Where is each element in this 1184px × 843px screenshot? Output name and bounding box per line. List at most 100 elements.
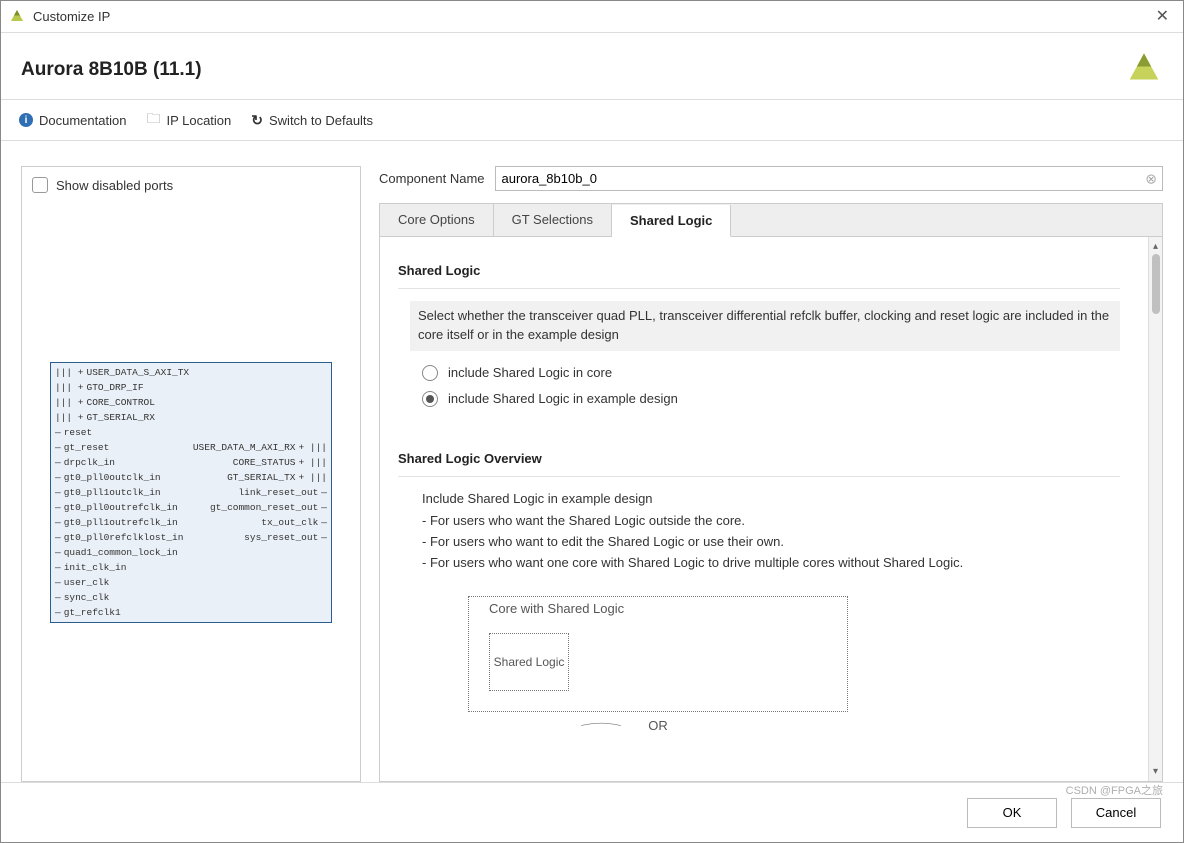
port-row: — reset [51, 425, 331, 440]
info-icon: i [19, 113, 33, 127]
shared-logic-diagram: Core with Shared Logic Shared Logic OR [468, 596, 848, 733]
documentation-label: Documentation [39, 113, 126, 128]
ok-button[interactable]: OK [967, 798, 1057, 828]
port-right: gt_common_reset_out — [210, 500, 327, 515]
port-row: — gt_refclk1 [51, 605, 331, 620]
tab-gt_selections[interactable]: GT Selections [494, 204, 612, 236]
port-left: — gt_reset [55, 440, 109, 455]
port-left: — user_clk [55, 575, 109, 590]
port-row: — user_clk [51, 575, 331, 590]
preview-panel: Show disabled ports ||| + USER_DATA_S_AX… [21, 166, 361, 782]
footer: OK Cancel [1, 782, 1183, 842]
port-right: USER_DATA_M_AXI_RX + ||| [193, 440, 327, 455]
radio-icon[interactable] [422, 391, 438, 407]
radio-icon[interactable] [422, 365, 438, 381]
port-row: ||| + GT_SERIAL_RX [51, 410, 331, 425]
switch-defaults-label: Switch to Defaults [269, 113, 373, 128]
clear-input-icon[interactable]: ⊗ [1145, 170, 1157, 187]
port-right: CORE_STATUS + ||| [233, 455, 327, 470]
overview-bullet: - For users who want the Shared Logic ou… [422, 511, 1120, 532]
ip-location-link[interactable]: 🗀 IP Location [146, 108, 231, 132]
port-right: link_reset_out — [238, 485, 327, 500]
port-left: — sync_clk [55, 590, 109, 605]
watermark: CSDN @FPGA之旅 [1066, 782, 1163, 798]
port-row: — sync_clk [51, 590, 331, 605]
folder-icon: 🗀 [146, 108, 160, 132]
port-left: — quad1_common_lock_in [55, 545, 178, 560]
header: Aurora 8B10B (11.1) [1, 33, 1183, 99]
ip-title: Aurora 8B10B (11.1) [21, 59, 202, 81]
port-left: ||| + USER_DATA_S_AXI_TX [55, 365, 189, 380]
port-row: — gt0_pll1outrefclk_in tx_out_clk — [51, 515, 331, 530]
documentation-link[interactable]: i Documentation [19, 113, 126, 128]
port-row: — drpclk_in CORE_STATUS + ||| [51, 455, 331, 470]
port-left: — gt0_pll0refclklost_in [55, 530, 183, 545]
port-left: — reset [55, 425, 92, 440]
swash-left-icon [566, 722, 636, 728]
show-disabled-ports-checkbox[interactable] [32, 177, 48, 193]
port-row: ||| + GTO_DRP_IF [51, 380, 331, 395]
tab-content-shared-logic: Shared Logic Select whether the transcei… [380, 237, 1148, 781]
port-left: — drpclk_in [55, 455, 115, 470]
close-button[interactable]: ✕ [1150, 1, 1175, 33]
diagram-outer-label: Core with Shared Logic [489, 601, 624, 616]
port-right: tx_out_clk — [261, 515, 327, 530]
scrollbar[interactable]: ▴ ▾ [1148, 237, 1162, 781]
port-left: — init_clk_in [55, 560, 126, 575]
overview-bullet: - For users who want one core with Share… [422, 553, 1120, 574]
port-left: ||| + GT_SERIAL_RX [55, 410, 155, 425]
port-left: — gt0_pll1outclk_in [55, 485, 161, 500]
diagram-inner-box: Shared Logic [489, 633, 569, 691]
component-name-label: Component Name [379, 171, 485, 186]
overview-lead: Include Shared Logic in example design [422, 489, 1120, 510]
tab-core_options[interactable]: Core Options [380, 204, 494, 236]
radio-option-0[interactable]: include Shared Logic in core [422, 365, 1120, 381]
port-row: — init_clk_in [51, 560, 331, 575]
overview-bullet: - For users who want to edit the Shared … [422, 532, 1120, 553]
radio-label: include Shared Logic in example design [448, 391, 678, 406]
port-row: — gt0_pll0outrefclk_in gt_common_reset_ou… [51, 500, 331, 515]
switch-defaults-link[interactable]: ↻ Switch to Defaults [251, 112, 373, 129]
radio-label: include Shared Logic in core [448, 365, 612, 380]
tab-shared_logic[interactable]: Shared Logic [612, 205, 731, 237]
window-title: Customize IP [33, 1, 110, 33]
port-row: — gt0_pll0refclklost_in sys_reset_out — [51, 530, 331, 545]
port-left: ||| + CORE_CONTROL [55, 395, 155, 410]
config-panel: Component Name ⊗ Core OptionsGT Selectio… [379, 166, 1163, 782]
scroll-thumb[interactable] [1152, 254, 1160, 314]
shared-logic-overview-heading: Shared Logic Overview [398, 451, 1120, 466]
toolbar: i Documentation 🗀 IP Location ↻ Switch t… [1, 99, 1183, 141]
port-row: — gt_reset USER_DATA_M_AXI_RX + ||| [51, 440, 331, 455]
shared-logic-radio-group: include Shared Logic in core include Shar… [398, 365, 1120, 407]
titlebar: Customize IP ✕ [1, 1, 1183, 33]
port-right: GT_SERIAL_TX + ||| [227, 470, 327, 485]
reset-icon: ↻ [251, 112, 263, 129]
port-row: ||| + USER_DATA_S_AXI_TX [51, 365, 331, 380]
scroll-up-icon[interactable]: ▴ [1153, 241, 1158, 252]
diagram-inner-label: Shared Logic [494, 655, 565, 669]
tabs: Core OptionsGT SelectionsShared Logic [379, 203, 1163, 236]
radio-option-1[interactable]: include Shared Logic in example design [422, 391, 1120, 407]
component-name-input[interactable] [495, 166, 1164, 191]
port-left: — gt0_pll0outclk_in [55, 470, 161, 485]
show-disabled-ports-label: Show disabled ports [56, 178, 173, 193]
cancel-button[interactable]: Cancel [1071, 798, 1161, 828]
ip-block-diagram: ||| + USER_DATA_S_AXI_TX||| + GTO_DRP_IF… [50, 362, 332, 623]
port-right: sys_reset_out — [244, 530, 327, 545]
port-left: — gt_refclk1 [55, 605, 121, 620]
vendor-icon [9, 9, 25, 25]
vendor-logo [1125, 51, 1163, 89]
port-left: — gt0_pll1outrefclk_in [55, 515, 178, 530]
ip-location-label: IP Location [166, 113, 231, 128]
overview-bullets: - For users who want the Shared Logic ou… [422, 511, 1120, 573]
shared-logic-heading: Shared Logic [398, 263, 1120, 278]
port-row: — gt0_pll1outclk_in link_reset_out — [51, 485, 331, 500]
scroll-down-icon[interactable]: ▾ [1153, 766, 1158, 777]
port-row: — quad1_common_lock_in [51, 545, 331, 560]
port-row: — gt0_pll0outclk_in GT_SERIAL_TX + ||| [51, 470, 331, 485]
diagram-or-label: OR [648, 718, 668, 733]
shared-logic-description: Select whether the transceiver quad PLL,… [410, 301, 1120, 351]
port-row: ||| + CORE_CONTROL [51, 395, 331, 410]
port-left: ||| + GTO_DRP_IF [55, 380, 144, 395]
port-left: — gt0_pll0outrefclk_in [55, 500, 178, 515]
